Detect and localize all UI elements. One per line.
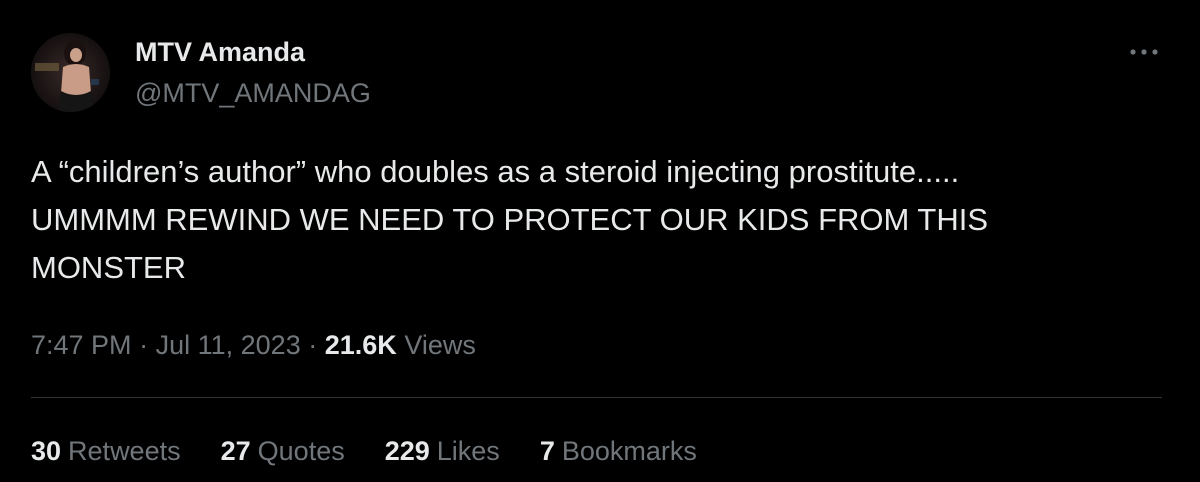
more-options-button[interactable] (1126, 40, 1162, 64)
avatar[interactable] (31, 33, 110, 112)
bookmarks-count: 7 (539, 436, 555, 466)
quotes-count: 27 (220, 436, 251, 466)
more-horizontal-icon (1130, 49, 1158, 55)
retweets-count: 30 (31, 436, 62, 466)
tweet-time[interactable]: 7:47 PM (31, 330, 132, 360)
likes-label: Likes (436, 436, 500, 466)
quotes-stat[interactable]: 27 Quotes (221, 433, 345, 469)
views-count: 21.6K (324, 330, 397, 360)
tweet-text: A “children’s author” who doubles as a s… (31, 148, 1151, 292)
author-handle[interactable]: @MTV_AMANDAG (135, 77, 371, 109)
retweets-label: Retweets (68, 436, 181, 466)
retweets-stat[interactable]: 30 Retweets (31, 433, 181, 469)
tweet-text-line: UMMMM REWIND WE NEED TO PROTECT OUR KIDS… (31, 202, 989, 237)
tweet-meta: 7:47 PM · Jul 11, 2023 · 21.6K Views (31, 327, 476, 363)
tweet-text-line: MONSTER (31, 250, 186, 285)
engagement-stats: 30 Retweets 27 Quotes 229 Likes 7 Bookmarks (31, 433, 737, 469)
quotes-label: Quotes (257, 436, 345, 466)
tweet-date[interactable]: Jul 11, 2023 (156, 330, 301, 360)
author-name[interactable]: MTV Amanda (135, 36, 305, 68)
likes-stat[interactable]: 229 Likes (385, 433, 500, 469)
bookmarks-label: Bookmarks (561, 436, 697, 466)
tweet-text-line: A “children’s author” who doubles as a s… (31, 154, 960, 189)
meta-separator: · (139, 330, 149, 360)
views-label: Views (404, 330, 476, 360)
avatar-photo (31, 33, 110, 112)
meta-separator: · (308, 330, 318, 360)
likes-count: 229 (384, 436, 430, 466)
divider (31, 397, 1162, 398)
bookmarks-stat[interactable]: 7 Bookmarks (540, 433, 697, 469)
